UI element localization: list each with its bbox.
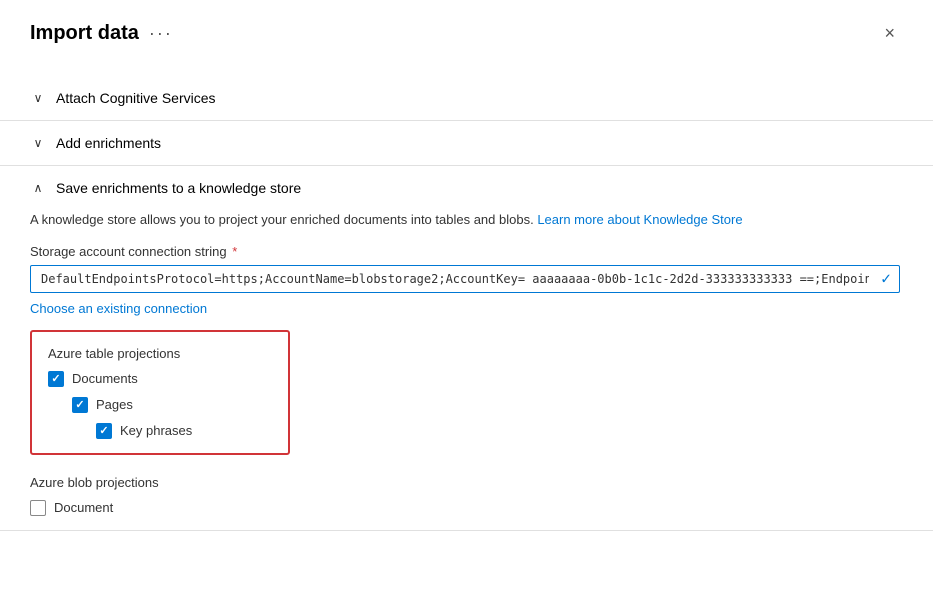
chevron-attach-cognitive: ∨ (30, 91, 46, 105)
connection-string-input[interactable] (30, 265, 900, 293)
connection-input-wrapper: ✓ (30, 265, 900, 293)
checkbox-documents[interactable] (48, 371, 64, 387)
section-add-enrichments: ∨ Add enrichments (0, 121, 933, 166)
table-projections-title: Azure table projections (48, 346, 272, 361)
close-button[interactable]: × (876, 20, 903, 46)
checkbox-item-document-blob: Document (30, 500, 903, 516)
input-checkmark-icon: ✓ (880, 270, 892, 287)
section-label-attach-cognitive: Attach Cognitive Services (56, 90, 216, 106)
checkbox-label-pages: Pages (96, 397, 133, 412)
checkbox-item-pages: Pages (72, 397, 272, 413)
section-attach-cognitive: ∨ Attach Cognitive Services (0, 76, 933, 121)
panel-menu-dots[interactable]: ··· (149, 23, 173, 44)
blob-projections-title: Azure blob projections (30, 475, 903, 490)
panel-title: Import data (30, 22, 139, 45)
knowledge-store-description: A knowledge store allows you to project … (30, 210, 903, 230)
panel-header: Import data ··· × (30, 20, 903, 56)
chevron-add-enrichments: ∨ (30, 136, 46, 150)
checkbox-document-blob[interactable] (30, 500, 46, 516)
learn-more-link[interactable]: Learn more about Knowledge Store (537, 212, 742, 227)
azure-blob-projections-section: Azure blob projections Document (30, 475, 903, 516)
checkbox-pages[interactable] (72, 397, 88, 413)
checkbox-key-phrases[interactable] (96, 423, 112, 439)
import-data-panel: Import data ··· × ∨ Attach Cognitive Ser… (0, 0, 933, 610)
azure-table-projections-box: Azure table projections Documents Pages … (30, 330, 290, 455)
knowledge-store-content: A knowledge store allows you to project … (30, 210, 903, 516)
chevron-save-enrichments: ∧ (30, 181, 46, 195)
checkbox-item-key-phrases: Key phrases (96, 423, 272, 439)
connection-field-label: Storage account connection string * (30, 244, 903, 259)
panel-title-area: Import data ··· (30, 22, 173, 45)
section-header-attach-cognitive[interactable]: ∨ Attach Cognitive Services (30, 90, 903, 106)
section-label-save-enrichments: Save enrichments to a knowledge store (56, 180, 301, 196)
section-header-save-enrichments[interactable]: ∧ Save enrichments to a knowledge store (30, 180, 903, 196)
checkbox-item-documents: Documents (48, 371, 272, 387)
choose-existing-connection-link[interactable]: Choose an existing connection (30, 301, 903, 316)
checkbox-label-document-blob: Document (54, 500, 113, 515)
required-indicator: * (229, 244, 238, 259)
section-header-add-enrichments[interactable]: ∨ Add enrichments (30, 135, 903, 151)
checkbox-label-key-phrases: Key phrases (120, 423, 192, 438)
section-save-enrichments: ∧ Save enrichments to a knowledge store … (0, 166, 933, 531)
checkbox-label-documents: Documents (72, 371, 138, 386)
section-label-add-enrichments: Add enrichments (56, 135, 161, 151)
